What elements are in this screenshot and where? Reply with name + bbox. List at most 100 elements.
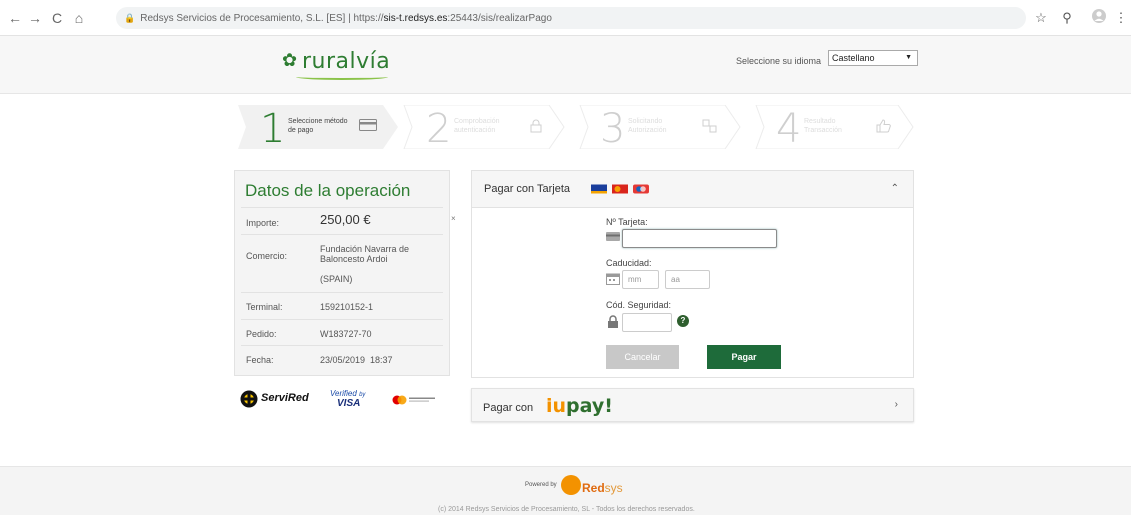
url-scheme: https:// bbox=[353, 13, 384, 24]
step-label: Resultado Transacción bbox=[804, 118, 842, 134]
operation-title: Datos de la operación bbox=[245, 181, 411, 200]
redsys-icon bbox=[561, 475, 581, 495]
step-number: 1 bbox=[260, 106, 286, 152]
operation-row-order: Pedido: W183727-70 bbox=[241, 319, 443, 345]
language-select[interactable]: Castellano ▼ bbox=[828, 50, 918, 66]
iupay-label: Pagar con bbox=[483, 402, 534, 414]
menu-icon[interactable]: ⋮ bbox=[1112, 9, 1130, 27]
step-4: 4 Resultado Transacción bbox=[756, 105, 916, 152]
language-value: Castellano bbox=[832, 53, 875, 63]
url-path: :25443/sis/realizarPago bbox=[447, 13, 552, 24]
verified-by-visa-line1: Verified by bbox=[330, 389, 365, 398]
language-label: Seleccione su idioma bbox=[736, 56, 822, 66]
card-payment-header[interactable]: Pagar con Tarjeta ⌃ bbox=[472, 171, 913, 208]
home-button[interactable]: ⌂ bbox=[70, 9, 88, 27]
close-icon[interactable]: × bbox=[451, 214, 456, 223]
redsys-logo-red: Red bbox=[582, 481, 605, 495]
amount-value: 250,00 € bbox=[320, 212, 371, 227]
row-label: Comercio: bbox=[246, 251, 288, 261]
mastercard-securecode-logo bbox=[392, 395, 435, 405]
merchant-country: (SPAIN) bbox=[320, 274, 353, 284]
brand-name: ruralvía bbox=[302, 49, 391, 74]
iupay-logo: iupay! bbox=[546, 395, 613, 417]
card-number-label: Nº Tarjeta: bbox=[606, 217, 648, 227]
security-code-input[interactable] bbox=[622, 313, 672, 332]
iupay-logo-iu: iu bbox=[546, 395, 567, 417]
forward-button[interactable]: → bbox=[26, 9, 44, 27]
exchange-icon bbox=[702, 119, 718, 136]
iupay-logo-pay: pay! bbox=[566, 395, 613, 417]
lock-icon: 🔒 bbox=[124, 13, 136, 23]
step-number: 2 bbox=[426, 106, 452, 152]
pay-button[interactable]: Pagar bbox=[707, 345, 781, 369]
logo-swoosh bbox=[296, 74, 388, 80]
card-brand-icons bbox=[591, 184, 649, 194]
calendar-icon bbox=[606, 273, 620, 288]
url-host: sis-t.redsys.es bbox=[383, 13, 448, 24]
powered-by-text: Powered by bbox=[525, 482, 557, 488]
help-icon[interactable]: ? bbox=[677, 315, 689, 327]
lock-icon bbox=[607, 315, 619, 331]
servired-logo: ServiRed bbox=[261, 392, 309, 404]
bookmark-star-icon[interactable]: ☆ bbox=[1032, 9, 1050, 27]
verified-by-visa-line2: VISA bbox=[337, 398, 361, 409]
operation-row-date: Fecha: 23/05/2019 18:37 bbox=[241, 345, 443, 372]
site-name: Redsys Servicios de Procesamiento, S.L. … bbox=[140, 13, 346, 24]
chevron-down-icon: ▼ bbox=[905, 54, 912, 61]
lock-icon bbox=[530, 119, 542, 136]
address-separator: | bbox=[348, 13, 351, 24]
operation-row-amount: Importe: 250,00 € bbox=[241, 207, 443, 234]
expiry-label: Caducidad: bbox=[606, 258, 652, 268]
copyright-text: (c) 2014 Redsys Servicios de Procesamien… bbox=[438, 506, 695, 513]
step-3: 3 Solicitando Autorización bbox=[580, 105, 740, 152]
ruralvia-logo: ✿ ruralvía bbox=[282, 46, 402, 82]
operation-panel: Datos de la operación Importe: 250,00 € … bbox=[234, 170, 450, 376]
step-number: 4 bbox=[776, 106, 802, 152]
step-number: 3 bbox=[600, 106, 626, 152]
operation-rows: Importe: 250,00 € Comercio: Fundación Na… bbox=[241, 207, 443, 372]
operation-row-terminal: Terminal: 159210152-1 bbox=[241, 292, 443, 319]
row-label: Importe: bbox=[246, 218, 280, 228]
card-number-input[interactable] bbox=[622, 229, 777, 248]
page-header: ✿ ruralvía Seleccione su idioma Castella… bbox=[0, 36, 1131, 94]
row-label: Pedido: bbox=[246, 329, 277, 339]
operation-row-merchant: Comercio: Fundación Navarra de Baloncest… bbox=[241, 234, 443, 292]
card-payment-panel: Pagar con Tarjeta ⌃ Nº Tarjeta: Caducida… bbox=[471, 170, 914, 378]
cvv-label: Cód. Seguridad: bbox=[606, 300, 672, 310]
merchant-value: Fundación Navarra de Baloncesto Ardoi bbox=[320, 244, 410, 264]
order-value: W183727-70 bbox=[320, 329, 372, 339]
step-label: Comprobación autenticación bbox=[454, 118, 500, 134]
payment-steps: 1 Seleccione método de pago 2 Comprobaci… bbox=[238, 105, 916, 152]
card-icon bbox=[359, 119, 377, 134]
servired-icon bbox=[240, 390, 258, 408]
expiry-year-input[interactable]: aa bbox=[665, 270, 710, 289]
back-button[interactable]: ← bbox=[6, 9, 24, 27]
page-footer: Powered by Redsys (c) 2014 Redsys Servic… bbox=[0, 466, 1131, 515]
iupay-payment-panel[interactable]: Pagar con iupay! › bbox=[471, 388, 914, 422]
verified-text: Verified bbox=[330, 389, 357, 398]
step-1: 1 Seleccione método de pago bbox=[238, 105, 398, 152]
redsys-logo: Redsys bbox=[582, 481, 623, 495]
expiry-month-input[interactable]: mm bbox=[622, 270, 659, 289]
cancel-button[interactable]: Cancelar bbox=[606, 345, 679, 369]
chevron-up-icon[interactable]: ⌃ bbox=[891, 183, 899, 194]
step-label: Solicitando Autorización bbox=[628, 118, 667, 134]
step-2: 2 Comprobación autenticación bbox=[404, 105, 564, 152]
leaf-icon: ✿ bbox=[282, 50, 298, 70]
card-payment-title: Pagar con Tarjeta bbox=[484, 183, 571, 195]
security-logos: ServiRed Verified by VISA bbox=[240, 388, 450, 412]
address-bar[interactable]: 🔒 Redsys Servicios de Procesamiento, S.L.… bbox=[116, 7, 1026, 29]
browser-toolbar: ← → C ⌂ 🔒 Redsys Servicios de Procesamien… bbox=[0, 0, 1131, 36]
card-icon bbox=[606, 232, 620, 244]
step-label: Seleccione método de pago bbox=[288, 118, 348, 134]
profile-icon[interactable] bbox=[1090, 9, 1108, 27]
zoom-icon[interactable]: ⚲ bbox=[1058, 9, 1076, 27]
chevron-right-icon: › bbox=[894, 399, 898, 410]
terminal-value: 159210152-1 bbox=[320, 302, 374, 312]
row-label: Fecha: bbox=[246, 355, 274, 365]
date-value: 23/05/2019 18:37 bbox=[320, 355, 393, 365]
redsys-logo-sys: sys bbox=[604, 481, 623, 495]
reload-button[interactable]: C bbox=[48, 9, 66, 27]
row-label: Terminal: bbox=[246, 302, 283, 312]
thumb-up-icon bbox=[876, 119, 892, 136]
